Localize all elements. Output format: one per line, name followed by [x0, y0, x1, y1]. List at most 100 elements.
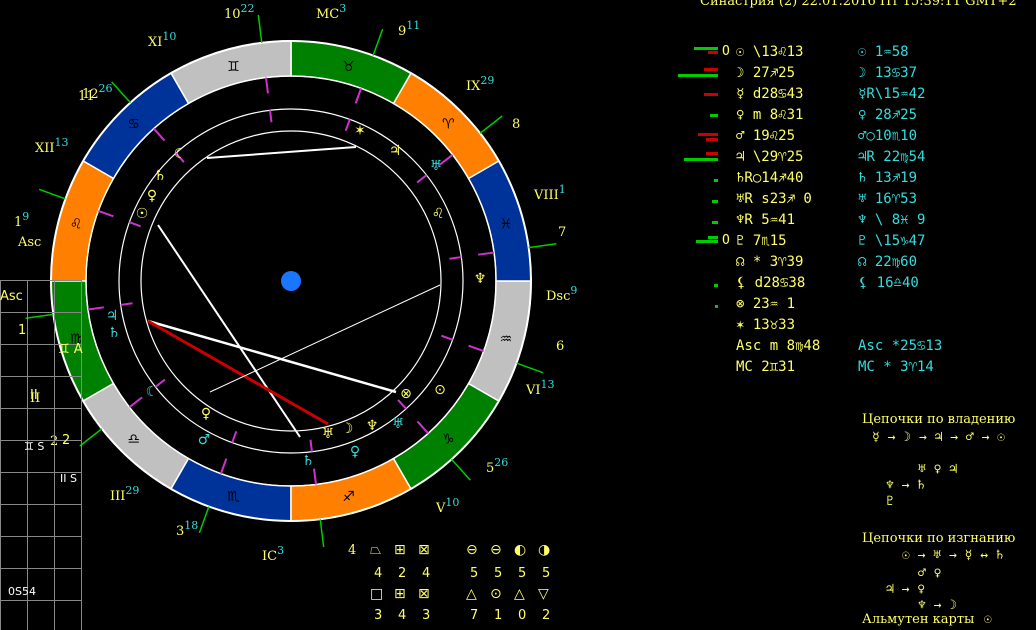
- house-degree: 3: [339, 2, 346, 15]
- house-degree: 10: [445, 496, 459, 509]
- planet-left: ♂ 19♌25: [736, 128, 796, 144]
- house-degree: 13: [541, 378, 555, 391]
- house-degree: 10: [162, 30, 176, 43]
- planet-glyph: ♃: [389, 143, 402, 159]
- ownership-chain-2: ♅ ♀ ♃: [918, 462, 958, 477]
- aspect-count: 0: [518, 608, 527, 623]
- house-label: 11: [78, 89, 95, 104]
- planet-left: ♇ 7♏15: [736, 233, 787, 249]
- house-label: IX29: [466, 74, 494, 94]
- aspect-icon: ⊞: [394, 542, 406, 558]
- exile-chain-1: ☉ → ♅ → ☿ ↔ ♄: [902, 548, 1004, 563]
- house-label: IC3: [262, 544, 284, 564]
- aspect-icon: △: [514, 586, 525, 602]
- house-label: XI10: [148, 30, 176, 50]
- exile-chain-4: ♆ → ☽: [918, 598, 958, 613]
- planet-right: ♀ 28♐25: [858, 107, 918, 123]
- planet-glyph: ♅: [392, 416, 405, 432]
- aspect-icon: ⊖: [490, 542, 502, 558]
- house-label: 911: [398, 19, 420, 39]
- aspect-count: 3: [422, 608, 431, 623]
- strength-bars: [674, 131, 718, 143]
- house-label: MC3: [316, 2, 346, 22]
- planet-right: ☿R\15♒42: [858, 86, 926, 102]
- grid-s: ♊ S: [24, 440, 45, 453]
- aspect-count: 4: [422, 566, 431, 581]
- sign-glyph: ♌: [70, 216, 83, 232]
- planet-right: ♅ 16♈53: [858, 191, 918, 207]
- planet-glyph: ♌: [432, 206, 445, 222]
- aspect-count: 4: [374, 566, 383, 581]
- house-degree: 29: [480, 74, 494, 87]
- planet-glyph: ♆: [474, 271, 487, 287]
- planet-glyph: ♀: [350, 444, 360, 460]
- planet-glyph: ☽: [341, 421, 354, 437]
- aspect-icon: ⊖: [466, 542, 478, 558]
- planet-right: MC * 3♈14: [858, 359, 934, 375]
- aspect-count: 5: [470, 566, 479, 581]
- aspect-icon: ◑: [538, 542, 551, 558]
- grid-iis: II S: [60, 472, 77, 485]
- house-degree: 26: [494, 456, 508, 469]
- house-degree: 11: [406, 19, 420, 32]
- sign-glyph: ♋: [127, 117, 140, 133]
- sign-glyph: ♈: [442, 117, 455, 133]
- almuten-value: ☉: [984, 612, 992, 627]
- strength-bars: [674, 194, 718, 206]
- planet-glyph: ☉: [136, 206, 149, 222]
- house-label: V10: [435, 496, 459, 516]
- planet-glyph: ☾: [174, 146, 187, 162]
- planet-glyph: ♅: [322, 426, 335, 442]
- sign-glyph: ♒: [500, 332, 513, 348]
- exile-chain-title: Цепочки по изгнанию: [862, 531, 1016, 546]
- house-degree: 22: [241, 2, 255, 15]
- planet-left: ♀ m 8♌31: [736, 107, 804, 123]
- aspect-summary: ⏢ ⊞ ⊠ ⊖ ⊖ ◐ ◑ 4 2 4 5 5 5 5 □ ⊞ ⊠ △ ⊙ △ ▽ 3 4 3 7 1 0 2: [362, 542, 562, 630]
- strength-bars: [674, 278, 718, 290]
- strength-bars: [674, 47, 718, 59]
- aspect-count: 1: [494, 608, 503, 623]
- aspect-count: 5: [518, 566, 527, 581]
- natal-wheel[interactable]: ♈♉♊♋♌♍♎♏ ♐♑♒♓ ☾♀☉♄♃♌♆⊙⊗♆☽♅♀☾♂♀♄♅♅♃♄✶ XII1…: [0, 0, 640, 630]
- planet-right: ♆ \ 8♓ 9: [858, 212, 926, 228]
- planet-left: ⊗ 23♒ 1: [736, 296, 796, 312]
- house-label: 6: [556, 339, 564, 354]
- planet-left: ♄R○14♐40: [736, 170, 804, 186]
- planet-glyph: ☾: [146, 384, 159, 400]
- house-degree: 9: [22, 210, 29, 223]
- aspect-icon: ⊙: [490, 586, 502, 602]
- ring-marker: O: [722, 44, 730, 59]
- planet-glyph: ♀: [201, 406, 211, 422]
- planet-left: ♅R s23♐ 0: [736, 191, 812, 207]
- house-label: 19: [14, 210, 29, 230]
- planet-left: ☊ * 3♈39: [736, 254, 804, 270]
- aspect-icon: ⏢: [370, 542, 382, 558]
- house-label: 1022: [224, 2, 255, 22]
- strength-bars: [674, 215, 718, 227]
- planet-right: ☉ 1♒58: [858, 44, 909, 60]
- planet-left: ☽ 27♐25: [736, 65, 796, 81]
- planet-left: ☿ d28♋43: [736, 86, 804, 102]
- grid-1: 1: [18, 323, 27, 338]
- ring-marker: O: [722, 233, 730, 248]
- house-label: VI13: [525, 378, 555, 398]
- house-label: 7: [558, 225, 566, 240]
- aspect-count: 3: [374, 608, 383, 623]
- planet-glyph: ♅: [430, 158, 443, 174]
- ownership-chain-title: Цепочки по владению: [862, 412, 1016, 427]
- planet-glyphs: ☾♀☉♄♃♌♆⊙⊗♆☽♅♀☾♂♀♄♅♅♃♄✶: [106, 123, 487, 469]
- strength-bars: [674, 110, 718, 122]
- house-label: 318: [176, 519, 198, 539]
- planet-glyph: ♄: [154, 168, 167, 184]
- house-degree: 3: [277, 544, 284, 557]
- house-degree: 26: [99, 82, 113, 95]
- grid-II: II: [30, 388, 38, 403]
- house-degree: 29: [125, 484, 139, 497]
- grid-2: 2: [62, 433, 71, 448]
- aspect-count: 2: [398, 566, 407, 581]
- strength-bars: [674, 362, 718, 374]
- chart-title: Синастрия (2) 22.01.2016 Пт 15:39:11 GMT…: [700, 0, 1017, 9]
- planet-left: ♃ \29♈25: [736, 149, 804, 165]
- strength-bars: [674, 299, 718, 311]
- planet-right: ♂○10♏10: [858, 128, 918, 144]
